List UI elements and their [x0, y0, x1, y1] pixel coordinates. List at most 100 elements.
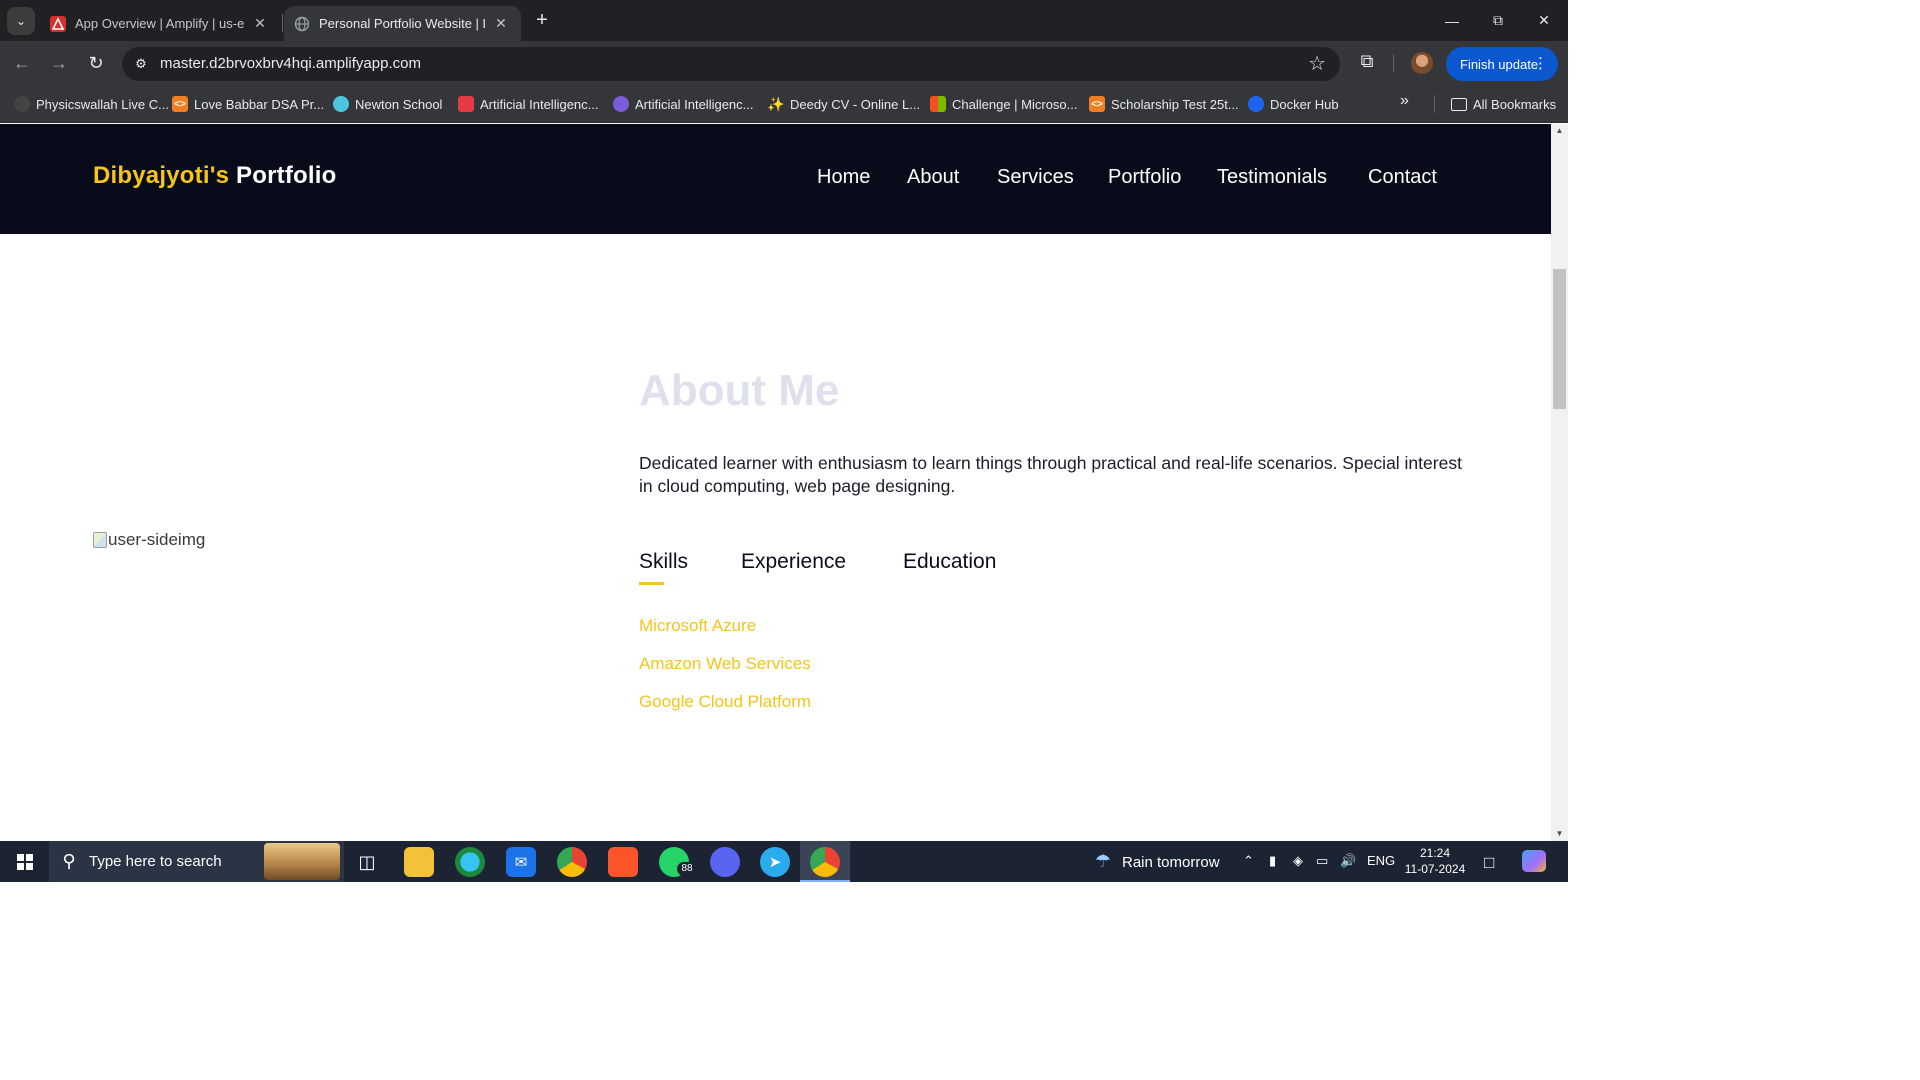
bookmark-label: Docker Hub	[1270, 96, 1339, 112]
bookmark-item[interactable]: Artificial Intelligenc...	[613, 94, 754, 114]
taskbar-search[interactable]: ⚲ Type here to search	[49, 841, 344, 882]
close-tab-icon[interactable]: ✕	[491, 15, 511, 32]
clock-time: 21:24	[1419, 846, 1451, 860]
amplify-icon	[50, 15, 66, 32]
notification-icon[interactable]: □	[1484, 853, 1494, 873]
clock-date: 11-07-2024	[1404, 862, 1466, 876]
clock[interactable]: 21:24 11-07-2024	[1404, 845, 1466, 877]
skill-item: Google Cloud Platform	[639, 692, 811, 711]
weather-widget[interactable]: ☂ Rain tomorrow	[1090, 851, 1220, 873]
profile-avatar[interactable]	[1411, 52, 1433, 74]
forward-icon[interactable]: →	[47, 51, 71, 75]
finish-update-button[interactable]: Finish update ⋮	[1446, 47, 1558, 81]
all-bookmarks[interactable]: All Bookmarks	[1451, 94, 1556, 114]
discord-icon[interactable]	[710, 847, 740, 877]
tab-skills[interactable]: Skills	[639, 550, 688, 574]
site-header: Dibyajyoti's Portfolio Home About Servic…	[0, 124, 1551, 234]
close-tab-icon[interactable]: ✕	[250, 15, 270, 32]
nav-testimonials[interactable]: Testimonials	[1217, 166, 1327, 189]
language-indicator[interactable]: ENG	[1367, 853, 1395, 868]
newton-icon	[333, 96, 349, 112]
address-bar[interactable]: ⚙ master.d2brvoxbrv4hqi.amplifyapp.com ☆	[122, 47, 1340, 81]
url-text[interactable]: master.d2brvoxbrv4hqi.amplifyapp.com	[160, 47, 421, 81]
page-scrollbar[interactable]: ▲ ▼	[1551, 124, 1568, 841]
show-hidden-icons-icon[interactable]: ⌃	[1243, 853, 1254, 869]
tab-education[interactable]: Education	[903, 550, 996, 574]
oreilly-icon	[458, 96, 474, 112]
close-window-icon[interactable]: ✕	[1521, 0, 1567, 41]
task-view-icon[interactable]: ◫	[352, 847, 382, 877]
bookmark-item[interactable]: Challenge | Microso...	[930, 94, 1078, 114]
file-explorer-icon[interactable]	[404, 847, 434, 877]
meet-icon[interactable]: ▮	[1269, 853, 1276, 869]
broken-image-icon	[93, 532, 107, 548]
overleaf-icon: ✨	[767, 95, 785, 112]
bookmark-item[interactable]: <> Scholarship Test 25t...	[1089, 94, 1239, 114]
edge-icon[interactable]	[455, 847, 485, 877]
tab-strip: ⌄ App Overview | Amplify | us-east-1 ✕ P…	[0, 0, 1568, 41]
nav-portfolio[interactable]: Portfolio	[1108, 166, 1181, 189]
microsoft-icon	[930, 96, 946, 112]
site-logo[interactable]: Dibyajyoti's Portfolio	[93, 162, 336, 190]
extensions-icon[interactable]: ⧉	[1356, 50, 1378, 72]
bookmark-star-icon[interactable]: ☆	[1308, 53, 1326, 75]
tab-divider	[282, 14, 283, 32]
copilot-icon[interactable]	[1522, 850, 1546, 872]
bookmark-item[interactable]: <> Love Babbar DSA Pr...	[172, 94, 324, 114]
scroll-thumb[interactable]	[1553, 269, 1566, 409]
user-side-image: user-sideimg	[93, 530, 205, 550]
bookmark-label: Newton School	[355, 96, 443, 112]
brave-icon[interactable]	[608, 847, 638, 877]
about-description: Dedicated learner with enthusiasm to lea…	[639, 453, 1462, 496]
chrome-icon[interactable]	[557, 847, 587, 877]
restore-icon[interactable]: ⧉	[1475, 0, 1521, 41]
portfolio-page: Dibyajyoti's Portfolio Home About Servic…	[0, 124, 1551, 841]
finish-update-label: Finish update	[1460, 56, 1539, 72]
bookmark-item[interactable]: ✨ Deedy CV - Online L...	[767, 94, 920, 114]
nav-home[interactable]: Home	[817, 166, 870, 189]
battery-icon[interactable]: ▭	[1316, 853, 1328, 869]
browser-toolbar: ← → ↻ ⚙ master.d2brvoxbrv4hqi.amplifyapp…	[0, 41, 1568, 85]
bookmarks-bar: Physicswallah Live C... <> Love Babbar D…	[0, 85, 1568, 123]
skill-item: Amazon Web Services	[639, 654, 811, 673]
bookmark-item[interactable]: Artificial Intelligenc...	[458, 94, 599, 114]
nav-services[interactable]: Services	[997, 166, 1074, 189]
tab-search-chevron-icon[interactable]: ⌄	[7, 7, 35, 35]
scroll-up-icon[interactable]: ▲	[1551, 124, 1568, 138]
bookmark-label: Physicswallah Live C...	[36, 96, 169, 112]
bookmark-label: Artificial Intelligenc...	[635, 96, 754, 112]
all-bookmarks-label: All Bookmarks	[1473, 96, 1557, 112]
tab-experience[interactable]: Experience	[741, 550, 846, 574]
bookmark-item[interactable]: Newton School	[333, 94, 442, 114]
reload-icon[interactable]: ↻	[84, 51, 108, 75]
codehelp-icon: <>	[1089, 96, 1105, 112]
tab-amplify[interactable]: App Overview | Amplify | us-east-1 ✕	[40, 6, 280, 41]
chrome-profile-icon[interactable]	[810, 847, 840, 877]
volume-icon[interactable]: 🔊	[1340, 853, 1356, 869]
about-title: About Me	[639, 366, 840, 415]
site-settings-icon[interactable]: ⚙	[132, 55, 150, 73]
new-tab-button[interactable]: +	[530, 8, 554, 32]
nav-about[interactable]: About	[907, 166, 959, 189]
bookmark-item[interactable]: Docker Hub	[1248, 94, 1339, 114]
bookmark-item[interactable]: Physicswallah Live C...	[14, 94, 169, 114]
nav-contact[interactable]: Contact	[1368, 166, 1437, 189]
whatsapp-badge: 88	[677, 862, 697, 876]
telegram-icon[interactable]: ➤	[760, 847, 790, 877]
start-button[interactable]	[0, 841, 49, 882]
bookmark-label: Challenge | Microso...	[952, 96, 1078, 112]
mail-icon[interactable]: ✉	[506, 847, 536, 877]
globe-icon	[294, 16, 310, 32]
tab-portfolio[interactable]: Personal Portfolio Website | Dibyajyoti …	[284, 6, 521, 41]
more-bookmarks-icon[interactable]: »	[1400, 92, 1409, 110]
tab-title: App Overview | Amplify | us-east-1	[75, 16, 244, 31]
tab-title: Personal Portfolio Website | Dibyajyoti	[319, 16, 485, 31]
scroll-down-icon[interactable]: ▼	[1551, 827, 1568, 841]
codehelp-icon: <>	[172, 96, 188, 112]
back-icon[interactable]: ←	[10, 51, 34, 75]
bookmark-label: Artificial Intelligenc...	[480, 96, 599, 112]
wifi-icon[interactable]: ◈	[1293, 853, 1303, 869]
minimize-icon[interactable]: —	[1429, 0, 1475, 41]
logo-accent: Dibyajyoti's	[93, 162, 230, 189]
pw-icon	[14, 96, 30, 112]
